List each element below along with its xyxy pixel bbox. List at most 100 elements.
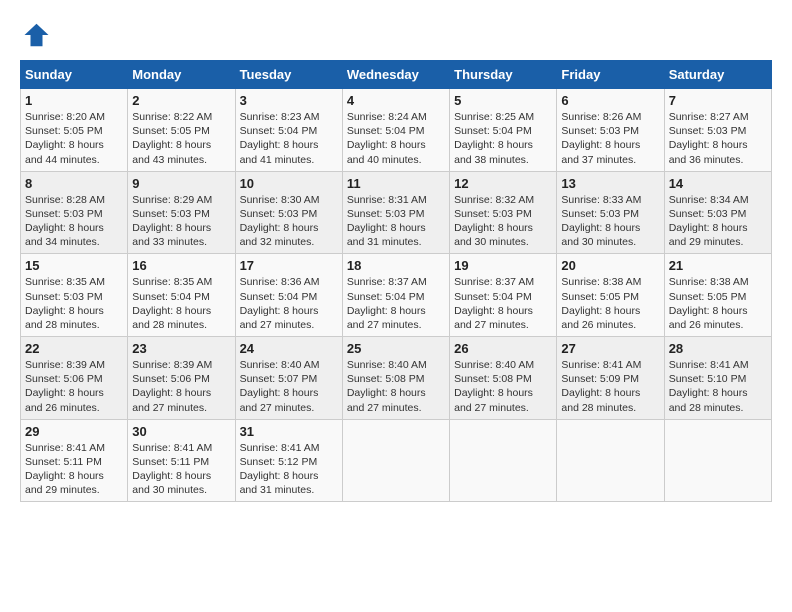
- calendar-cell: 25 Sunrise: 8:40 AM Sunset: 5:08 PM Dayl…: [342, 337, 449, 420]
- day-info: Sunrise: 8:28 AM Sunset: 5:03 PM Dayligh…: [25, 193, 123, 250]
- calendar-cell: 13 Sunrise: 8:33 AM Sunset: 5:03 PM Dayl…: [557, 171, 664, 254]
- day-number: 15: [25, 258, 123, 273]
- calendar-cell: 28 Sunrise: 8:41 AM Sunset: 5:10 PM Dayl…: [664, 337, 771, 420]
- calendar-cell: 17 Sunrise: 8:36 AM Sunset: 5:04 PM Dayl…: [235, 254, 342, 337]
- day-number: 16: [132, 258, 230, 273]
- day-number: 6: [561, 93, 659, 108]
- day-number: 4: [347, 93, 445, 108]
- calendar-cell: 8 Sunrise: 8:28 AM Sunset: 5:03 PM Dayli…: [21, 171, 128, 254]
- weekday-header-tuesday: Tuesday: [235, 61, 342, 89]
- day-number: 1: [25, 93, 123, 108]
- calendar-week-3: 15 Sunrise: 8:35 AM Sunset: 5:03 PM Dayl…: [21, 254, 772, 337]
- calendar-cell: 10 Sunrise: 8:30 AM Sunset: 5:03 PM Dayl…: [235, 171, 342, 254]
- day-info: Sunrise: 8:36 AM Sunset: 5:04 PM Dayligh…: [240, 275, 338, 332]
- calendar-cell: 30 Sunrise: 8:41 AM Sunset: 5:11 PM Dayl…: [128, 419, 235, 502]
- day-info: Sunrise: 8:40 AM Sunset: 5:08 PM Dayligh…: [347, 358, 445, 415]
- day-info: Sunrise: 8:37 AM Sunset: 5:04 PM Dayligh…: [347, 275, 445, 332]
- day-info: Sunrise: 8:23 AM Sunset: 5:04 PM Dayligh…: [240, 110, 338, 167]
- day-number: 17: [240, 258, 338, 273]
- day-number: 21: [669, 258, 767, 273]
- calendar-cell: 12 Sunrise: 8:32 AM Sunset: 5:03 PM Dayl…: [450, 171, 557, 254]
- day-number: 31: [240, 424, 338, 439]
- day-info: Sunrise: 8:41 AM Sunset: 5:11 PM Dayligh…: [25, 441, 123, 498]
- weekday-header-saturday: Saturday: [664, 61, 771, 89]
- calendar-cell: 23 Sunrise: 8:39 AM Sunset: 5:06 PM Dayl…: [128, 337, 235, 420]
- day-info: Sunrise: 8:32 AM Sunset: 5:03 PM Dayligh…: [454, 193, 552, 250]
- day-info: Sunrise: 8:41 AM Sunset: 5:09 PM Dayligh…: [561, 358, 659, 415]
- calendar-cell: 21 Sunrise: 8:38 AM Sunset: 5:05 PM Dayl…: [664, 254, 771, 337]
- calendar-cell: [664, 419, 771, 502]
- day-number: 11: [347, 176, 445, 191]
- day-info: Sunrise: 8:33 AM Sunset: 5:03 PM Dayligh…: [561, 193, 659, 250]
- calendar-cell: 27 Sunrise: 8:41 AM Sunset: 5:09 PM Dayl…: [557, 337, 664, 420]
- calendar-cell: [450, 419, 557, 502]
- calendar-cell: 31 Sunrise: 8:41 AM Sunset: 5:12 PM Dayl…: [235, 419, 342, 502]
- weekday-header-monday: Monday: [128, 61, 235, 89]
- day-info: Sunrise: 8:41 AM Sunset: 5:12 PM Dayligh…: [240, 441, 338, 498]
- day-number: 20: [561, 258, 659, 273]
- calendar-cell: 15 Sunrise: 8:35 AM Sunset: 5:03 PM Dayl…: [21, 254, 128, 337]
- calendar-cell: 26 Sunrise: 8:40 AM Sunset: 5:08 PM Dayl…: [450, 337, 557, 420]
- day-number: 12: [454, 176, 552, 191]
- day-info: Sunrise: 8:24 AM Sunset: 5:04 PM Dayligh…: [347, 110, 445, 167]
- calendar-cell: 3 Sunrise: 8:23 AM Sunset: 5:04 PM Dayli…: [235, 89, 342, 172]
- day-info: Sunrise: 8:20 AM Sunset: 5:05 PM Dayligh…: [25, 110, 123, 167]
- logo-icon: [20, 20, 50, 50]
- day-info: Sunrise: 8:35 AM Sunset: 5:03 PM Dayligh…: [25, 275, 123, 332]
- day-number: 24: [240, 341, 338, 356]
- logo: [20, 20, 54, 50]
- day-number: 7: [669, 93, 767, 108]
- calendar-cell: 22 Sunrise: 8:39 AM Sunset: 5:06 PM Dayl…: [21, 337, 128, 420]
- day-info: Sunrise: 8:39 AM Sunset: 5:06 PM Dayligh…: [132, 358, 230, 415]
- day-info: Sunrise: 8:26 AM Sunset: 5:03 PM Dayligh…: [561, 110, 659, 167]
- calendar-cell: 14 Sunrise: 8:34 AM Sunset: 5:03 PM Dayl…: [664, 171, 771, 254]
- day-info: Sunrise: 8:34 AM Sunset: 5:03 PM Dayligh…: [669, 193, 767, 250]
- calendar-cell: 18 Sunrise: 8:37 AM Sunset: 5:04 PM Dayl…: [342, 254, 449, 337]
- day-number: 18: [347, 258, 445, 273]
- weekday-header-wednesday: Wednesday: [342, 61, 449, 89]
- weekday-header-friday: Friday: [557, 61, 664, 89]
- calendar-cell: 20 Sunrise: 8:38 AM Sunset: 5:05 PM Dayl…: [557, 254, 664, 337]
- calendar-cell: 7 Sunrise: 8:27 AM Sunset: 5:03 PM Dayli…: [664, 89, 771, 172]
- calendar-cell: 29 Sunrise: 8:41 AM Sunset: 5:11 PM Dayl…: [21, 419, 128, 502]
- day-info: Sunrise: 8:38 AM Sunset: 5:05 PM Dayligh…: [669, 275, 767, 332]
- calendar-week-2: 8 Sunrise: 8:28 AM Sunset: 5:03 PM Dayli…: [21, 171, 772, 254]
- day-info: Sunrise: 8:37 AM Sunset: 5:04 PM Dayligh…: [454, 275, 552, 332]
- day-number: 19: [454, 258, 552, 273]
- calendar-cell: 6 Sunrise: 8:26 AM Sunset: 5:03 PM Dayli…: [557, 89, 664, 172]
- day-info: Sunrise: 8:40 AM Sunset: 5:07 PM Dayligh…: [240, 358, 338, 415]
- day-number: 9: [132, 176, 230, 191]
- day-info: Sunrise: 8:29 AM Sunset: 5:03 PM Dayligh…: [132, 193, 230, 250]
- day-info: Sunrise: 8:31 AM Sunset: 5:03 PM Dayligh…: [347, 193, 445, 250]
- calendar-cell: 4 Sunrise: 8:24 AM Sunset: 5:04 PM Dayli…: [342, 89, 449, 172]
- day-info: Sunrise: 8:30 AM Sunset: 5:03 PM Dayligh…: [240, 193, 338, 250]
- day-info: Sunrise: 8:35 AM Sunset: 5:04 PM Dayligh…: [132, 275, 230, 332]
- day-number: 14: [669, 176, 767, 191]
- day-number: 13: [561, 176, 659, 191]
- weekday-header-thursday: Thursday: [450, 61, 557, 89]
- day-number: 3: [240, 93, 338, 108]
- day-number: 29: [25, 424, 123, 439]
- calendar-cell: [557, 419, 664, 502]
- day-info: Sunrise: 8:27 AM Sunset: 5:03 PM Dayligh…: [669, 110, 767, 167]
- day-number: 27: [561, 341, 659, 356]
- calendar-cell: 19 Sunrise: 8:37 AM Sunset: 5:04 PM Dayl…: [450, 254, 557, 337]
- day-number: 5: [454, 93, 552, 108]
- day-number: 2: [132, 93, 230, 108]
- calendar-week-4: 22 Sunrise: 8:39 AM Sunset: 5:06 PM Dayl…: [21, 337, 772, 420]
- day-number: 22: [25, 341, 123, 356]
- day-info: Sunrise: 8:41 AM Sunset: 5:11 PM Dayligh…: [132, 441, 230, 498]
- calendar-week-1: 1 Sunrise: 8:20 AM Sunset: 5:05 PM Dayli…: [21, 89, 772, 172]
- day-number: 10: [240, 176, 338, 191]
- day-number: 23: [132, 341, 230, 356]
- calendar-cell: 5 Sunrise: 8:25 AM Sunset: 5:04 PM Dayli…: [450, 89, 557, 172]
- page-header: [20, 20, 772, 50]
- day-number: 25: [347, 341, 445, 356]
- day-info: Sunrise: 8:40 AM Sunset: 5:08 PM Dayligh…: [454, 358, 552, 415]
- day-info: Sunrise: 8:41 AM Sunset: 5:10 PM Dayligh…: [669, 358, 767, 415]
- calendar-cell: 2 Sunrise: 8:22 AM Sunset: 5:05 PM Dayli…: [128, 89, 235, 172]
- day-number: 8: [25, 176, 123, 191]
- day-info: Sunrise: 8:25 AM Sunset: 5:04 PM Dayligh…: [454, 110, 552, 167]
- day-info: Sunrise: 8:38 AM Sunset: 5:05 PM Dayligh…: [561, 275, 659, 332]
- calendar-week-5: 29 Sunrise: 8:41 AM Sunset: 5:11 PM Dayl…: [21, 419, 772, 502]
